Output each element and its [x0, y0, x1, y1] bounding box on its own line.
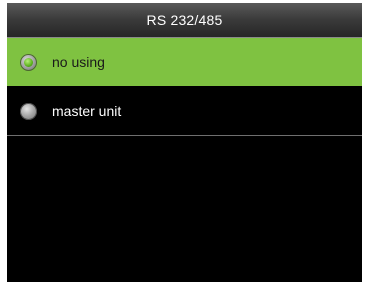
radio-selected-icon[interactable]	[20, 53, 37, 71]
option-master-unit[interactable]: master unit	[7, 87, 362, 135]
option-label-no-using: no using	[52, 54, 105, 70]
screen-title: RS 232/485	[7, 3, 362, 38]
list-divider	[7, 135, 362, 136]
option-label-master-unit: master unit	[52, 103, 122, 119]
radio-unselected-icon[interactable]	[20, 102, 37, 120]
device-screen: RS 232/485 no using master unit	[7, 3, 362, 282]
option-no-using[interactable]: no using	[7, 38, 362, 86]
